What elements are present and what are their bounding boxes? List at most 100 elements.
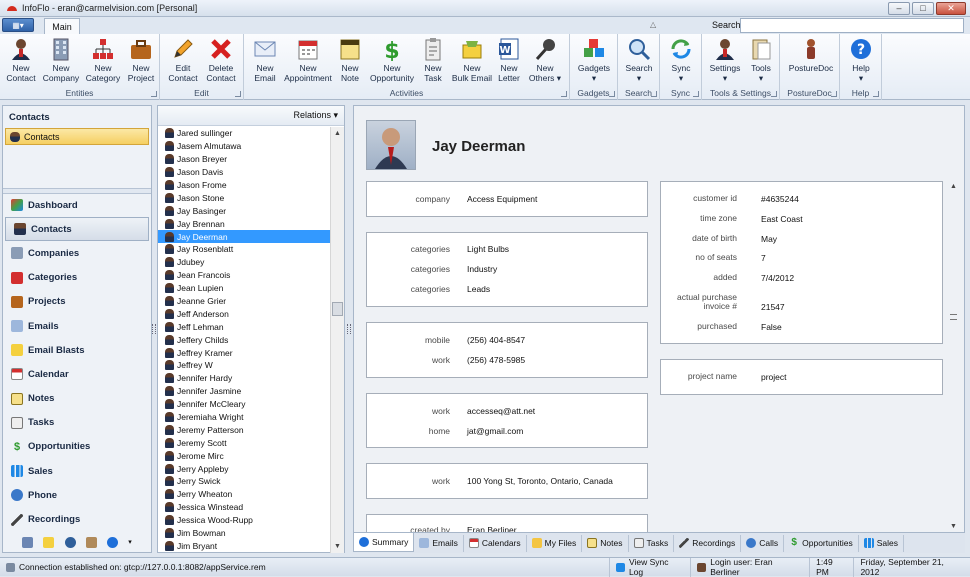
tab-emails[interactable]: Emails xyxy=(414,534,464,552)
contact-list-item[interactable]: Jdubey xyxy=(158,256,330,269)
minimize-button[interactable]: – xyxy=(888,2,910,15)
no-of-seats-value[interactable]: 7 xyxy=(761,253,766,263)
customer-id-value[interactable]: #4635244 xyxy=(761,194,799,204)
contact-list-item[interactable]: Jay Deerman xyxy=(158,230,330,244)
shortcut-help-icon[interactable] xyxy=(107,536,119,548)
new-contact-button[interactable]: New Contact xyxy=(4,36,38,88)
contact-list-item[interactable]: Jay Rosenblatt xyxy=(158,243,330,256)
view-sync-log-link[interactable]: View Sync Log xyxy=(609,557,690,577)
contact-list-item[interactable]: Jerry Wheaton xyxy=(158,488,330,501)
new-company-button[interactable]: New Company xyxy=(42,36,80,88)
project-name-value[interactable]: project xyxy=(761,372,787,382)
relations-dropdown[interactable]: Relations ▾ xyxy=(158,106,344,126)
date-of-birth-value[interactable]: May xyxy=(761,234,777,244)
contact-list-item[interactable]: Jared sullinger xyxy=(158,127,330,140)
nav-item-notes[interactable]: Notes xyxy=(3,387,151,411)
purchased-value[interactable]: False xyxy=(761,322,782,332)
close-button[interactable]: ✕ xyxy=(936,2,966,15)
new-appointment-button[interactable]: New Appointment xyxy=(282,36,334,88)
contact-list-item[interactable]: Jerome Mirc xyxy=(158,449,330,462)
contact-list-item[interactable]: Jessica Wood-Rupp xyxy=(158,514,330,527)
new-email-button[interactable]: New Email xyxy=(248,36,282,88)
contact-photo[interactable] xyxy=(366,120,416,170)
nav-item-calendar[interactable]: Calendar xyxy=(3,362,151,386)
new-project-button[interactable]: New Project xyxy=(124,36,158,88)
time-zone-value[interactable]: East Coast xyxy=(761,214,803,224)
scroll-up-icon[interactable]: ▲ xyxy=(331,127,344,140)
category-value[interactable]: Light Bulbs xyxy=(467,244,509,254)
activities-launcher-icon[interactable] xyxy=(561,91,567,97)
contact-list-item[interactable]: Jeff Anderson xyxy=(158,307,330,320)
new-category-button[interactable]: New Category xyxy=(84,36,122,88)
help-button[interactable]: ? Help ▾ xyxy=(844,36,878,88)
search-input[interactable] xyxy=(740,18,964,33)
contact-list-item[interactable]: Jeffrey W xyxy=(158,359,330,372)
contact-list-item[interactable]: Jennifer Jasmine xyxy=(158,385,330,398)
gadgets-button[interactable]: Gadgets ▾ xyxy=(576,36,612,88)
nav-item-sales[interactable]: Sales xyxy=(3,459,151,483)
contact-list-item[interactable]: Jim Bryant xyxy=(158,540,330,553)
detail-scroll-up-icon[interactable]: ▲ xyxy=(947,180,960,192)
sync-button[interactable]: Sync ▾ xyxy=(664,36,698,88)
contact-list-item[interactable]: Jason Frome xyxy=(158,179,330,192)
work-phone-value[interactable]: (256) 478-5985 xyxy=(467,355,525,365)
nav-resize-grip[interactable] xyxy=(152,324,156,334)
help-launcher-icon[interactable] xyxy=(873,91,879,97)
posturedoc-launcher-icon[interactable] xyxy=(831,91,837,97)
contact-list-item[interactable]: Jennifer McCleary xyxy=(158,398,330,411)
search-button[interactable]: Search ▾ xyxy=(622,36,656,88)
edit-contact-button[interactable]: Edit Contact xyxy=(166,36,200,88)
contact-list-item[interactable]: Jason Stone xyxy=(158,191,330,204)
shortcut-email-icon[interactable] xyxy=(43,536,55,548)
tab-main[interactable]: Main xyxy=(44,18,80,34)
app-menu-button[interactable]: ▦▾ xyxy=(2,18,34,32)
nav-item-tasks[interactable]: Tasks xyxy=(3,411,151,435)
tab-summary[interactable]: Summary xyxy=(353,532,415,552)
contact-list-item[interactable]: Jason Breyer xyxy=(158,153,330,166)
contact-list-item[interactable]: Jason Davis xyxy=(158,166,330,179)
category-value[interactable]: Leads xyxy=(467,284,490,294)
detail-scrollbar[interactable]: ▲ ▼ xyxy=(947,180,961,532)
added-value[interactable]: 7/4/2012 xyxy=(761,273,794,283)
work-email-value[interactable]: accesseq@att.net xyxy=(467,406,535,416)
tab-tasks[interactable]: Tasks xyxy=(629,534,675,552)
contact-list-item[interactable]: Jeffery Childs xyxy=(158,333,330,346)
contact-list-item[interactable]: Jasem Almutawa xyxy=(158,140,330,153)
scroll-thumb[interactable] xyxy=(332,302,343,316)
nav-item-dashboard[interactable]: Dashboard xyxy=(3,193,151,217)
edit-launcher-icon[interactable] xyxy=(235,91,241,97)
nav-item-opportunities[interactable]: $ Opportunities xyxy=(3,435,151,459)
settings-button[interactable]: Settings ▾ xyxy=(706,36,744,88)
detail-scroll-thumb[interactable] xyxy=(950,314,957,320)
nav-item-categories[interactable]: Categories xyxy=(3,266,151,290)
contacts-folder[interactable]: Contacts xyxy=(5,128,149,145)
posturedoc-button[interactable]: PostureDoc xyxy=(786,36,836,88)
contact-list-item[interactable]: Jeffrey Kramer xyxy=(158,346,330,359)
ribbon-collapse-icon[interactable]: △ xyxy=(650,20,656,29)
scroll-down-icon[interactable]: ▼ xyxy=(331,540,344,553)
nav-item-contacts[interactable]: Contacts xyxy=(5,217,149,242)
shortcut-more-icon[interactable]: ▾ xyxy=(128,538,132,546)
list-resize-grip[interactable] xyxy=(347,324,351,334)
invoice-value[interactable]: 21547 xyxy=(761,302,785,312)
mobile-phone-value[interactable]: (256) 404-8547 xyxy=(467,335,525,345)
detail-scroll-down-icon[interactable]: ▼ xyxy=(947,520,960,532)
contact-list-item[interactable]: Jeff Lehman xyxy=(158,320,330,333)
nav-item-email-blasts[interactable]: Email Blasts xyxy=(3,338,151,362)
contact-list-item[interactable]: Jay Basinger xyxy=(158,204,330,217)
contact-list-item[interactable]: Jeremiaha Wright xyxy=(158,411,330,424)
delete-contact-button[interactable]: Delete Contact xyxy=(204,36,238,88)
new-opportunity-button[interactable]: $ New Opportunity xyxy=(366,36,418,88)
tab-calendars[interactable]: Calendars xyxy=(464,534,527,552)
new-letter-button[interactable]: W New Letter xyxy=(494,36,524,88)
tab-my-files[interactable]: My Files xyxy=(527,534,583,552)
address-value[interactable]: 100 Yong St, Toronto, Ontario, Canada xyxy=(467,476,613,486)
contact-list-item[interactable]: Jerry Swick xyxy=(158,475,330,488)
new-note-button[interactable]: New Note xyxy=(336,36,364,88)
tab-recordings[interactable]: Recordings xyxy=(674,534,742,552)
nav-item-recordings[interactable]: Recordings xyxy=(3,507,151,531)
contact-list-item[interactable]: Jeanne Grier xyxy=(158,295,330,308)
new-bulk-email-button[interactable]: New Bulk Email xyxy=(448,36,496,88)
shortcut-tools-icon[interactable] xyxy=(85,536,97,548)
home-email-value[interactable]: jat@gmail.com xyxy=(467,426,523,436)
